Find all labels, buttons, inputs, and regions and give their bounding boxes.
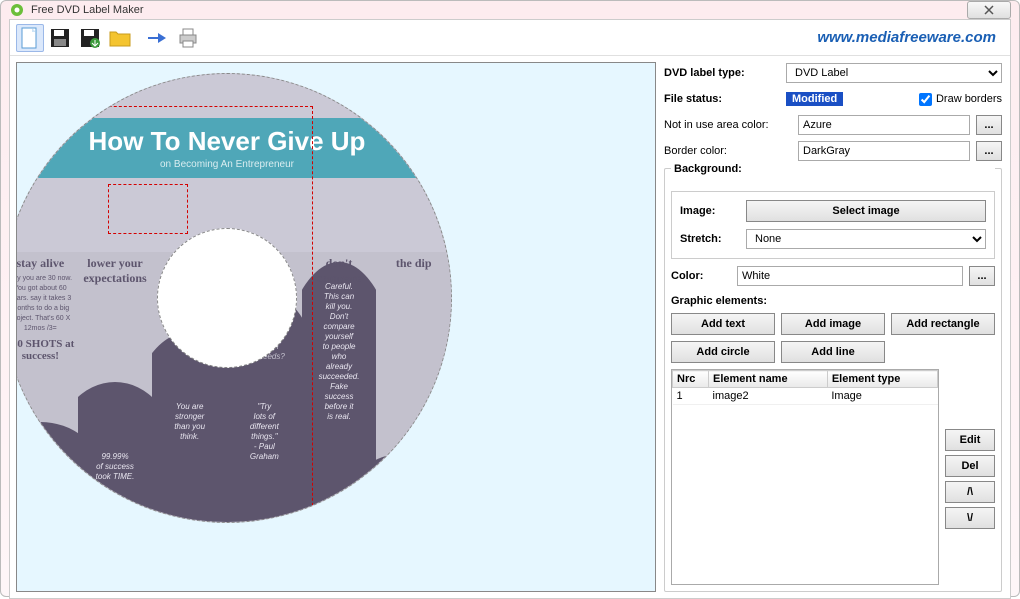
- disc-title: How To Never Give Up: [89, 126, 366, 157]
- dvd-label-type-select[interactable]: DVD Label: [786, 63, 1002, 83]
- app-body: www.mediafreeware.com How To Never Give …: [9, 19, 1011, 599]
- background-group-label: Background:: [671, 163, 995, 175]
- disc-subtitle: on Becoming An Entrepreneur: [160, 159, 294, 170]
- titlebar: Free DVD Label Maker: [1, 1, 1019, 19]
- image-label: Image:: [680, 205, 740, 217]
- draw-borders-input[interactable]: [919, 93, 932, 106]
- color-value: White: [737, 266, 963, 286]
- label-preview[interactable]: How To Never Give Up on Becoming An Entr…: [16, 62, 656, 592]
- col-head: lower your expectations: [78, 256, 153, 286]
- not-in-use-color-value: Azure: [798, 115, 970, 135]
- disc-hole: [157, 228, 297, 368]
- cell-name: image2: [709, 388, 828, 405]
- col-name[interactable]: Element name: [709, 371, 828, 388]
- save-button[interactable]: [46, 24, 74, 52]
- border-color-value: DarkGray: [798, 141, 970, 161]
- toolbar: www.mediafreeware.com: [10, 20, 1010, 56]
- table-side-buttons: Edit Del /\ \/: [945, 369, 995, 585]
- selection-handle: [108, 184, 188, 234]
- border-color-button[interactable]: ...: [976, 141, 1002, 161]
- element-buttons: Add text Add image Add rectangle Add cir…: [671, 313, 995, 363]
- select-image-button[interactable]: Select image: [746, 200, 986, 222]
- app-icon: [9, 2, 25, 18]
- website-link[interactable]: www.mediafreeware.com: [817, 29, 1004, 46]
- color-button[interactable]: ...: [969, 266, 995, 286]
- file-status-label: File status:: [664, 93, 780, 105]
- draw-borders-checkbox[interactable]: Draw borders: [919, 93, 1002, 106]
- add-rectangle-button[interactable]: Add rectangle: [891, 313, 995, 335]
- disc-title-band: How To Never Give Up on Becoming An Entr…: [16, 118, 451, 178]
- add-line-button[interactable]: Add line: [781, 341, 885, 363]
- window-title: Free DVD Label Maker: [31, 4, 967, 16]
- edit-button[interactable]: Edit: [945, 429, 995, 451]
- col-foot: 99.99% of success took TIME.: [82, 452, 149, 482]
- col-body: Careful. This can kill you. Don't compar…: [306, 282, 373, 422]
- add-text-button[interactable]: Add text: [671, 313, 775, 335]
- save-as-button[interactable]: [76, 24, 104, 52]
- col-foot: 240 SHOTS at success!: [16, 338, 78, 362]
- col-type[interactable]: Element type: [827, 371, 937, 388]
- border-color-label: Border color:: [664, 145, 792, 157]
- col-foot: "Try lots of different things." - Paul G…: [231, 402, 298, 462]
- col-note: As alive still: [16, 462, 74, 492]
- disc-shape: How To Never Give Up on Becoming An Entr…: [16, 73, 452, 523]
- add-circle-button[interactable]: Add circle: [671, 341, 775, 363]
- stretch-select[interactable]: None: [746, 229, 986, 249]
- stretch-label: Stretch:: [680, 233, 740, 245]
- app-window: Free DVD Label Maker: [0, 0, 1020, 597]
- not-in-use-color-label: Not in use area color:: [664, 119, 792, 131]
- cell-type: Image: [827, 388, 937, 405]
- move-up-button[interactable]: /\: [945, 481, 995, 503]
- content-area: How To Never Give Up on Becoming An Entr…: [10, 56, 1010, 598]
- add-image-button[interactable]: Add image: [781, 313, 885, 335]
- col-body: Say you are 30 now. You got about 60 yea…: [16, 274, 74, 334]
- side-panel: DVD label type: DVD Label File status: M…: [664, 62, 1004, 592]
- dvd-label-type-label: DVD label type:: [664, 67, 780, 79]
- export-button[interactable]: [144, 24, 172, 52]
- graphic-elements-label: Graphic elements:: [671, 295, 995, 307]
- move-down-button[interactable]: \/: [945, 507, 995, 529]
- new-button[interactable]: [16, 24, 44, 52]
- print-button[interactable]: [174, 24, 202, 52]
- file-status-value: Modified: [786, 92, 843, 106]
- delete-button[interactable]: Del: [945, 455, 995, 477]
- background-group: Background: Image: Select image Stretch:…: [664, 168, 1002, 592]
- col-head: stay alive: [16, 256, 78, 271]
- elements-table[interactable]: Nrc Element name Element type 1 image2 I…: [671, 369, 939, 585]
- cell-nrc: 1: [673, 388, 709, 405]
- close-button[interactable]: [967, 1, 1011, 19]
- draw-borders-label: Draw borders: [936, 93, 1002, 105]
- table-row[interactable]: 1 image2 Image: [673, 388, 938, 405]
- col-foot: You are stronger than you think.: [156, 402, 223, 442]
- col-head: the dip: [376, 256, 451, 271]
- background-subgroup: Image: Select image Stretch: None: [671, 191, 995, 259]
- col-nrc[interactable]: Nrc: [673, 371, 709, 388]
- color-label: Color:: [671, 270, 731, 282]
- elements-table-wrap: Nrc Element name Element type 1 image2 I…: [671, 369, 995, 585]
- not-in-use-color-button[interactable]: ...: [976, 115, 1002, 135]
- open-button[interactable]: [106, 24, 134, 52]
